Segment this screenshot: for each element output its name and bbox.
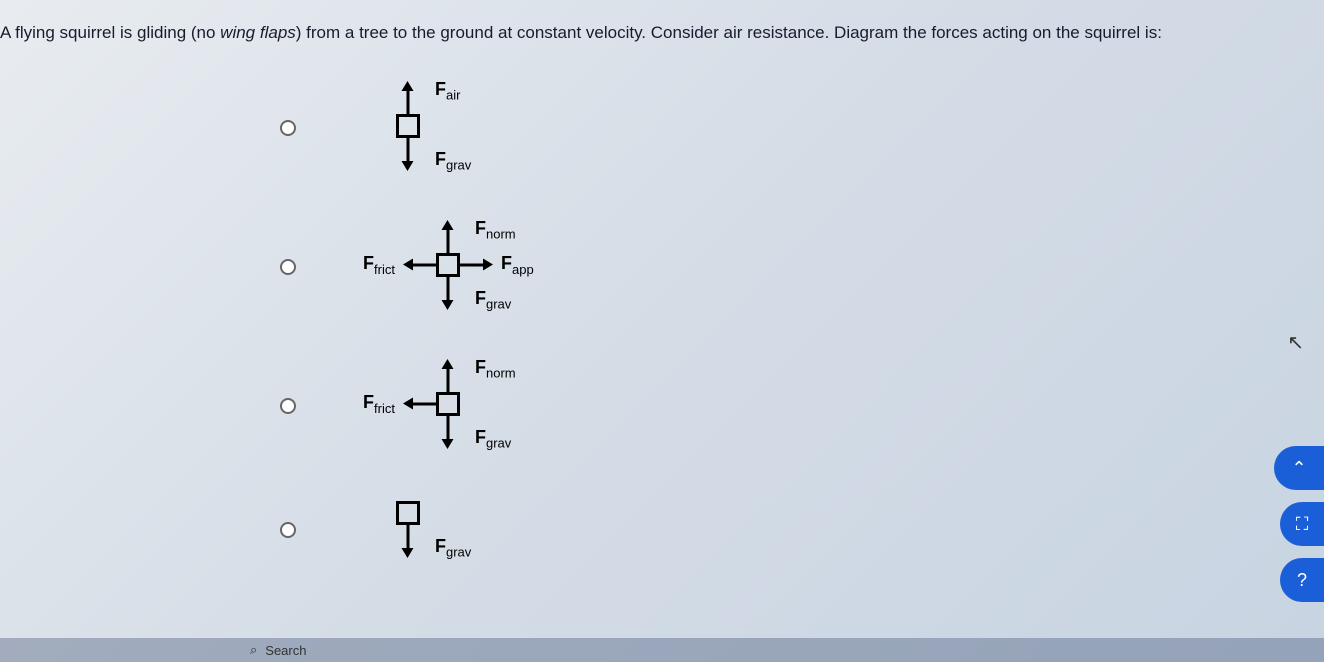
label-f-frict: Ffrict xyxy=(363,392,395,416)
arrow-down-icon xyxy=(407,522,410,550)
chevron-up-icon: ⌃ xyxy=(1291,458,1306,479)
force-box: Fnorm Fgrav Ffrict Fapp xyxy=(436,253,460,277)
arrow-down-icon xyxy=(407,135,410,163)
diagram-4: Fgrav xyxy=(316,491,500,570)
arrow-up-icon xyxy=(447,228,450,256)
taskbar-search[interactable]: ⌕ Search xyxy=(250,642,306,658)
help-button[interactable]: ? xyxy=(1280,558,1324,602)
collapse-button[interactable]: ⌃ xyxy=(1274,446,1324,490)
question-text: A flying squirrel is gliding (no wing fl… xyxy=(0,0,1324,54)
option-4[interactable]: Fgrav xyxy=(280,491,1324,570)
arrow-up-icon xyxy=(447,367,450,395)
arrow-left-icon xyxy=(411,263,439,266)
side-buttons: ⌃ ⛶ ? xyxy=(1274,446,1324,602)
label-f-norm: Fnorm xyxy=(475,218,516,242)
label-f-app: Fapp xyxy=(501,253,534,277)
label-f-grav: Fgrav xyxy=(435,536,471,560)
question-italic: wing flaps xyxy=(220,23,296,42)
diagram-2: Fnorm Fgrav Ffrict Fapp xyxy=(356,213,540,322)
force-box: Fnorm Fgrav Ffrict xyxy=(436,392,460,416)
taskbar: ⌕ Search xyxy=(0,638,1324,662)
search-icon: ⌕ xyxy=(250,642,257,658)
option-3[interactable]: Fnorm Fgrav Ffrict xyxy=(280,352,1324,461)
search-placeholder: Search xyxy=(265,643,306,658)
help-icon: ? xyxy=(1297,570,1307,591)
question-part1: A flying squirrel is gliding (no xyxy=(0,23,220,42)
arrow-down-icon xyxy=(447,413,450,441)
expand-button[interactable]: ⛶ xyxy=(1280,502,1324,546)
question-part2: ) from a tree to the ground at constant … xyxy=(296,23,1162,42)
label-f-norm: Fnorm xyxy=(475,357,516,381)
arrow-right-icon xyxy=(457,263,485,266)
arrow-down-icon xyxy=(447,274,450,302)
force-box: Fair Fgrav xyxy=(396,114,420,138)
label-f-air: Fair xyxy=(435,79,460,103)
diagram-1: Fair Fgrav xyxy=(316,74,500,183)
options-container: Fair Fgrav Fnorm Fgrav Ffrict Fapp xyxy=(280,74,1324,570)
arrow-up-icon xyxy=(407,89,410,117)
radio-option-3[interactable] xyxy=(280,398,296,414)
force-box: Fgrav xyxy=(396,501,420,525)
expand-icon: ⛶ xyxy=(1296,514,1309,535)
arrow-left-icon xyxy=(411,402,439,405)
label-f-grav: Fgrav xyxy=(475,427,511,451)
diagram-3: Fnorm Fgrav Ffrict xyxy=(356,352,540,461)
radio-option-1[interactable] xyxy=(280,120,296,136)
label-f-grav: Fgrav xyxy=(475,288,511,312)
label-f-grav: Fgrav xyxy=(435,149,471,173)
radio-option-4[interactable] xyxy=(280,522,296,538)
label-f-frict: Ffrict xyxy=(363,253,395,277)
option-1[interactable]: Fair Fgrav xyxy=(280,74,1324,183)
radio-option-2[interactable] xyxy=(280,259,296,275)
option-2[interactable]: Fnorm Fgrav Ffrict Fapp xyxy=(280,213,1324,322)
cursor-icon: ↖ xyxy=(1287,330,1304,355)
